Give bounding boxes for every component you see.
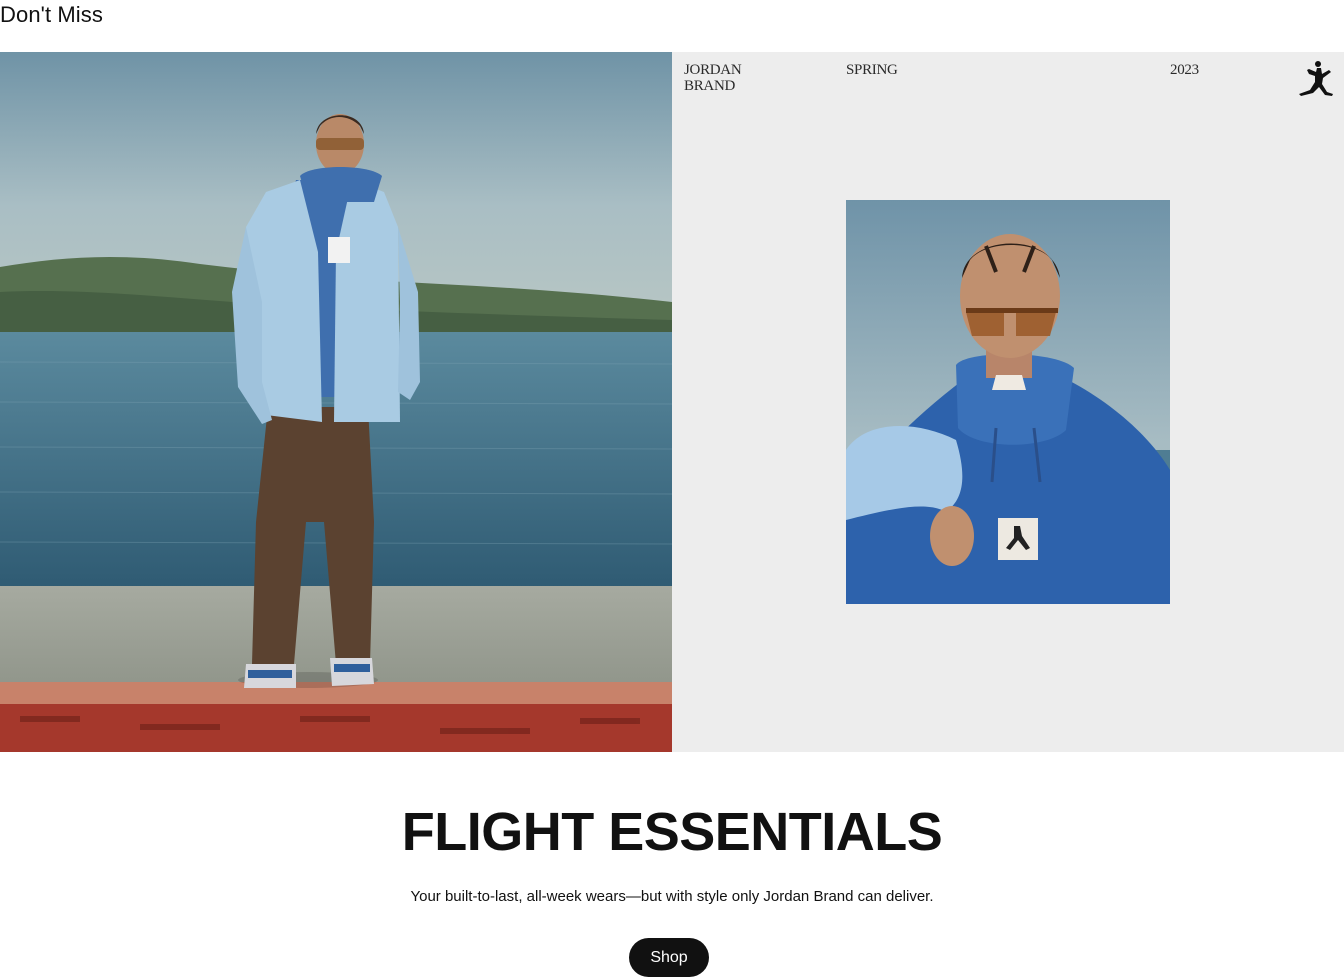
lakeside-model-image [0,52,672,752]
promo-description: Your built-to-last, all-week wears—but w… [410,888,934,905]
year-label: 2023 [1170,62,1199,78]
portrait-model-image [846,200,1170,604]
brand-label: JORDAN BRAND [684,62,742,94]
hero-banner[interactable]: JORDAN BRAND SPRING 2023 [0,52,1344,752]
section-title: Don't Miss [0,2,103,27]
season-label: SPRING [846,62,898,78]
shop-button[interactable]: Shop [629,938,709,977]
jumpman-icon [1299,61,1333,96]
hero-editorial-panel[interactable]: JORDAN BRAND SPRING 2023 [672,52,1344,752]
promo-headline: FLIGHT ESSENTIALS [401,802,943,862]
portrait-photo[interactable] [846,200,1170,604]
hero-photo-full-body[interactable] [0,52,672,752]
